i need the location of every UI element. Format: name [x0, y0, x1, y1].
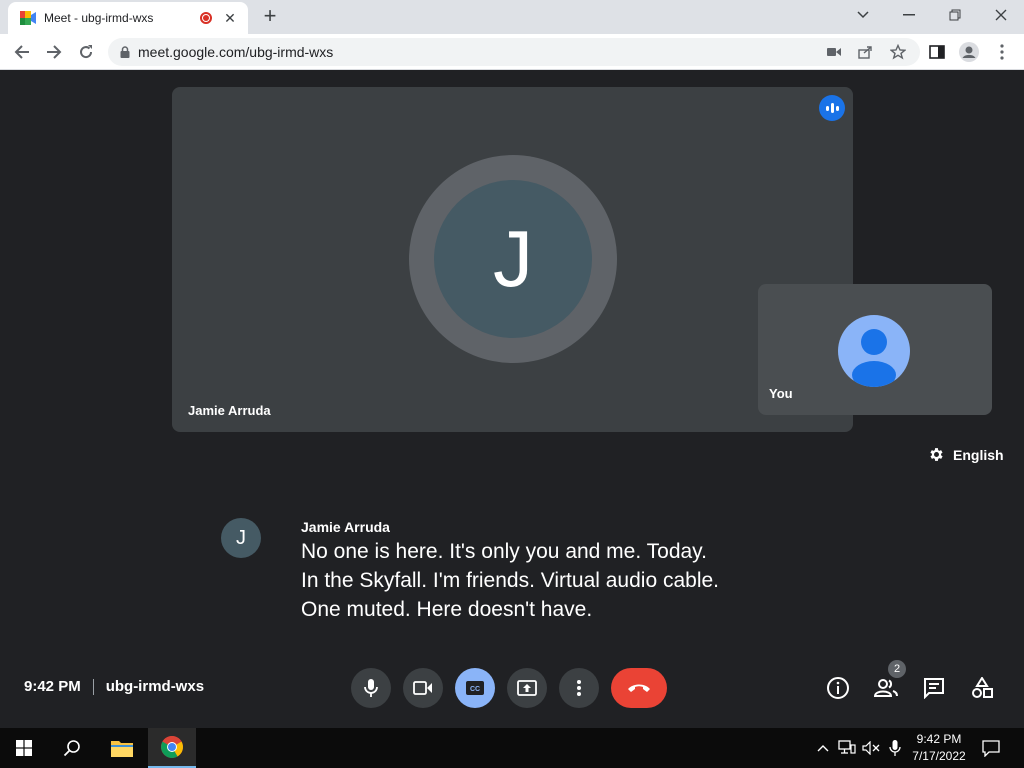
- caption-line: In the Skyfall. I'm friends. Virtual aud…: [301, 569, 720, 592]
- meeting-time: 9:42 PM: [24, 678, 81, 695]
- reload-icon: [80, 45, 93, 59]
- camera-in-use-icon[interactable]: [826, 44, 842, 60]
- microphone-button[interactable]: [351, 668, 391, 708]
- divider: [92, 678, 94, 695]
- meet-call-area: J Jamie Arruda You English J Jamie Arrud…: [0, 70, 1024, 728]
- browser-tab[interactable]: Meet - ubg-irmd-wxs ✕: [8, 2, 248, 34]
- self-name-label: You: [769, 386, 793, 401]
- self-view-tile[interactable]: You: [758, 284, 992, 415]
- caption-line: One muted. Here doesn't have.: [301, 598, 593, 621]
- forward-button[interactable]: [42, 40, 66, 64]
- participant-avatar: J: [434, 180, 592, 338]
- windows-taskbar: 9:42 PM 7/17/2022: [0, 728, 1024, 768]
- clock-date: 7/17/2022: [912, 749, 966, 763]
- profile-button[interactable]: [958, 41, 980, 63]
- volume-muted-icon[interactable]: [862, 739, 880, 757]
- people-button[interactable]: [873, 675, 899, 701]
- file-explorer-button[interactable]: [98, 728, 146, 768]
- taskbar-clock[interactable]: 9:42 PM 7/17/2022: [905, 731, 973, 765]
- leave-call-button[interactable]: [611, 668, 667, 708]
- participant-name: Jamie Arruda: [188, 403, 271, 418]
- self-avatar-icon: [838, 315, 910, 387]
- participant-count-badge: 2: [888, 660, 906, 678]
- arrow-left-icon: [14, 45, 29, 59]
- address-bar[interactable]: meet.google.com/ubg-irmd-wxs: [108, 38, 920, 66]
- search-icon: [63, 740, 80, 757]
- minimize-icon: [903, 14, 915, 16]
- back-button[interactable]: [10, 40, 34, 64]
- side-panel-icon: [929, 45, 945, 59]
- meeting-code: ubg-irmd-wxs: [105, 678, 205, 695]
- gear-icon: [930, 448, 943, 461]
- bookmark-star-icon[interactable]: [890, 44, 906, 60]
- restore-icon: [949, 9, 961, 21]
- participant-tile-main[interactable]: J Jamie Arruda: [172, 87, 853, 432]
- more-vert-icon: [577, 680, 581, 696]
- restore-button[interactable]: [932, 0, 978, 30]
- url-text: meet.google.com/ubg-irmd-wxs: [138, 44, 334, 60]
- caption-text: No one is here. It's only you and me. To…: [301, 537, 719, 624]
- meeting-info: 9:42 PM ubg-irmd-wxs: [24, 678, 204, 695]
- activities-button[interactable]: [969, 675, 995, 701]
- present-screen-button[interactable]: [507, 668, 547, 708]
- clock-time: 9:42 PM: [916, 732, 962, 746]
- network-icon[interactable]: [838, 739, 856, 757]
- notifications-button[interactable]: [982, 739, 1000, 757]
- chevron-up-icon: [817, 745, 829, 752]
- new-tab-button[interactable]: +: [258, 5, 282, 29]
- reload-button[interactable]: [74, 40, 98, 64]
- google-meet-favicon-icon: [20, 10, 36, 26]
- close-icon: [995, 9, 1007, 21]
- caption-speaker-name: Jamie Arruda: [301, 519, 390, 535]
- close-tab-icon[interactable]: ✕: [222, 10, 238, 27]
- video-camera-icon: [413, 681, 432, 695]
- caption-speaker-avatar: J: [221, 518, 261, 558]
- chat-icon: [924, 678, 944, 699]
- notification-icon: [982, 740, 1000, 757]
- caption-language-button[interactable]: English: [928, 446, 1004, 463]
- start-button[interactable]: [0, 728, 48, 768]
- microphone-in-use-icon[interactable]: [886, 739, 904, 757]
- captions-button[interactable]: CC: [455, 668, 495, 708]
- arrow-right-icon: [47, 45, 62, 59]
- meeting-details-button[interactable]: [825, 675, 851, 701]
- profile-avatar-icon: [959, 42, 979, 62]
- browser-tab-strip: Meet - ubg-irmd-wxs ✕ +: [0, 0, 1024, 34]
- close-window-button[interactable]: [978, 0, 1024, 30]
- speaking-indicator-icon: [819, 95, 845, 121]
- lock-icon: [120, 46, 130, 58]
- windows-logo-icon: [16, 740, 32, 756]
- recording-icon: [200, 12, 212, 24]
- activities-shapes-icon: [972, 677, 993, 698]
- tab-title: Meet - ubg-irmd-wxs: [44, 11, 154, 25]
- caption-line: No one is here. It's only you and me. To…: [301, 540, 707, 563]
- more-vert-icon: [1000, 44, 1004, 60]
- chrome-taskbar-button[interactable]: [148, 728, 196, 768]
- chat-button[interactable]: [921, 675, 947, 701]
- microphone-icon: [364, 679, 378, 697]
- svg-text:CC: CC: [470, 686, 480, 693]
- camera-button[interactable]: [403, 668, 443, 708]
- folder-icon: [111, 741, 133, 757]
- tab-search-button[interactable]: [840, 0, 886, 30]
- more-options-button[interactable]: [559, 668, 599, 708]
- end-call-icon: [628, 684, 650, 692]
- browser-toolbar: meet.google.com/ubg-irmd-wxs: [0, 34, 1024, 70]
- show-hidden-icons-button[interactable]: [814, 739, 832, 757]
- caption-language-label: English: [953, 446, 1004, 463]
- info-icon: [827, 677, 849, 699]
- search-button[interactable]: [48, 728, 96, 768]
- present-screen-icon: [517, 680, 537, 696]
- people-icon: [873, 679, 898, 697]
- chrome-icon: [161, 736, 183, 758]
- browser-menu-button[interactable]: [991, 41, 1013, 63]
- closed-captions-icon: CC: [466, 681, 484, 695]
- share-icon[interactable]: [858, 44, 874, 60]
- side-panel-button[interactable]: [926, 41, 948, 63]
- minimize-button[interactable]: [886, 0, 932, 30]
- chevron-down-icon: [857, 11, 869, 19]
